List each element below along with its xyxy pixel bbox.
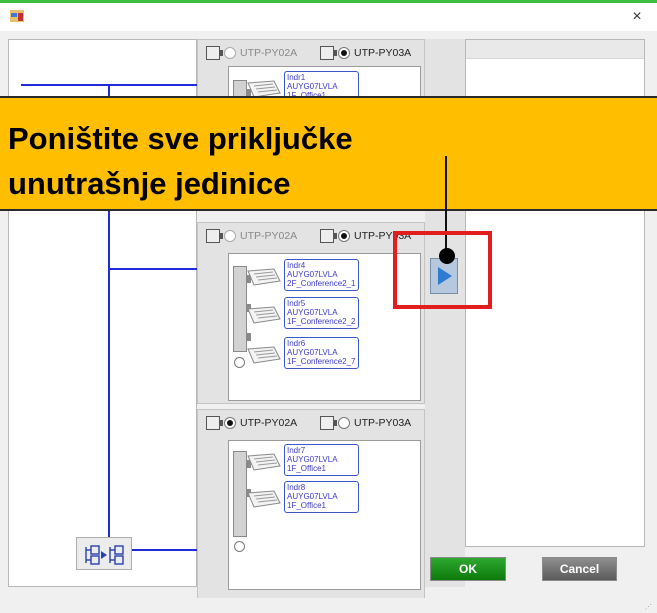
- unit-model: AUYG07LVLA: [287, 492, 338, 501]
- unit-id: Indr4: [287, 261, 306, 270]
- close-icon[interactable]: ×: [632, 8, 641, 26]
- indoor-unit-card[interactable]: Indr5 AUYG07LVLA 1F_Conference2_2: [244, 297, 404, 329]
- connector-icon: [320, 46, 337, 60]
- kit-option-label: UTP-PY03A: [354, 47, 412, 59]
- connector-icon: [206, 416, 223, 430]
- indoor-unit-card[interactable]: Indr7 AUYG07LVLA 1F_Office1: [244, 444, 404, 476]
- unit-tag: Indr6 AUYG07LVLA 1F_Conference2_7: [284, 337, 359, 369]
- connector-icon: [206, 46, 223, 60]
- close-button[interactable]: ×: [617, 3, 657, 31]
- cassette-unit-icon: [247, 346, 281, 364]
- auto-layout-button[interactable]: [76, 537, 132, 570]
- unit-tag: Indr5 AUYG07LVLA 1F_Conference2_2: [284, 297, 359, 329]
- radio-button[interactable]: [224, 47, 236, 59]
- unit-model: AUYG07LVLA: [287, 455, 338, 464]
- unit-id: Indr5: [287, 299, 306, 308]
- tree-arrange-icon: [85, 545, 124, 565]
- unit-model: AUYG07LVLA: [287, 348, 338, 357]
- app-window-icon: [10, 10, 24, 22]
- radio-button[interactable]: [224, 417, 236, 429]
- highlight-box: [393, 231, 492, 309]
- unit-room: 1F_Office1: [287, 501, 326, 510]
- ok-button[interactable]: OK: [430, 557, 506, 581]
- unit-model: AUYG07LVLA: [287, 308, 338, 317]
- cassette-unit-icon: [247, 268, 281, 286]
- callout-text: Poništite sve priključke unutrašnje jedi…: [8, 121, 353, 201]
- cassette-unit-icon: [247, 490, 281, 508]
- unit-id: Indr8: [287, 483, 306, 492]
- cassette-unit-icon: [247, 306, 281, 324]
- resize-grip-icon[interactable]: ⋰: [645, 603, 653, 611]
- radio-button[interactable]: [338, 230, 350, 242]
- connector-icon: [320, 416, 337, 430]
- dialog-window: × UTP-PY02A UTP-PY03A Indr1 AUYG07LVLA U…: [0, 0, 657, 613]
- kit-option-label: UTP-PY03A: [354, 417, 412, 429]
- kit-option-py02a[interactable]: UTP-PY02A: [206, 229, 297, 243]
- kit-selector-row: UTP-PY02A UTP-PY03A: [198, 40, 426, 68]
- branch-group-3: UTP-PY02A UTP-PY03A Indr7 AUYG07LVLA 1F_…: [197, 409, 425, 599]
- indoor-unit-card[interactable]: Indr8 AUYG07LVLA 1F_Office1: [244, 481, 404, 513]
- kit-option-py02a[interactable]: UTP-PY02A: [206, 416, 297, 430]
- kit-option-py03a[interactable]: UTP-PY03A: [320, 416, 411, 430]
- kit-selector-row: UTP-PY02A UTP-PY03A: [198, 223, 426, 251]
- unit-room: 1F_Conference2_2: [287, 317, 356, 326]
- unit-model: AUYG07LVLA: [287, 82, 338, 91]
- unit-id: Indr1: [287, 73, 306, 82]
- port-radio[interactable]: [234, 541, 245, 552]
- radio-button[interactable]: [224, 230, 236, 242]
- unit-room: 2F_Conference2_1: [287, 279, 356, 288]
- cassette-unit-icon: [247, 453, 281, 471]
- indoor-unit-card[interactable]: Indr4 AUYG07LVLA 2F_Conference2_1: [244, 259, 404, 291]
- kit-option-py03a[interactable]: UTP-PY03A: [320, 46, 411, 60]
- indoor-unit-list: Indr7 AUYG07LVLA 1F_Office1 Indr8 AUYG07…: [228, 440, 421, 590]
- unit-tag: Indr7 AUYG07LVLA 1F_Office1: [284, 444, 359, 476]
- unit-model: AUYG07LVLA: [287, 270, 338, 279]
- status-bar: ⋰: [0, 598, 657, 613]
- unit-room: 1F_Conference2_7: [287, 357, 356, 366]
- unit-tag: Indr4 AUYG07LVLA 2F_Conference2_1: [284, 259, 359, 291]
- instruction-callout: Poništite sve priključke unutrašnje jedi…: [0, 96, 657, 211]
- indoor-unit-card[interactable]: Indr6 AUYG07LVLA 1F_Conference2_7: [244, 337, 404, 369]
- unit-id: Indr6: [287, 339, 306, 348]
- connector-icon: [206, 229, 223, 243]
- radio-button[interactable]: [338, 417, 350, 429]
- kit-selector-row: UTP-PY02A UTP-PY03A: [198, 410, 426, 438]
- cancel-button[interactable]: Cancel: [542, 557, 617, 581]
- kit-option-label: UTP-PY02A: [240, 47, 298, 59]
- unit-room: 1F_Office1: [287, 464, 326, 473]
- destination-panel-header: [466, 40, 644, 59]
- kit-option-py02a[interactable]: UTP-PY02A: [206, 46, 297, 60]
- kit-option-label: UTP-PY02A: [240, 230, 298, 242]
- title-bar: ×: [0, 3, 657, 31]
- connector-icon: [320, 229, 337, 243]
- kit-option-label: UTP-PY02A: [240, 417, 298, 429]
- radio-button[interactable]: [338, 47, 350, 59]
- branch-group-2: UTP-PY02A UTP-PY03A Indr4 AUYG07LVLA 2F_…: [197, 222, 425, 404]
- unit-tag: Indr8 AUYG07LVLA 1F_Office1: [284, 481, 359, 513]
- unit-id: Indr7: [287, 446, 306, 455]
